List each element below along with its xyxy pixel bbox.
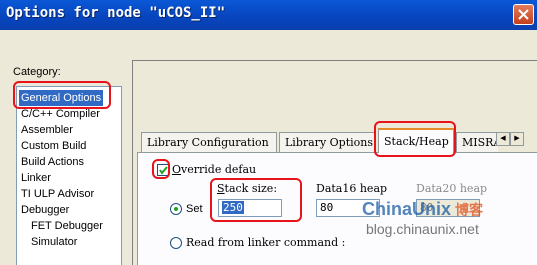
category-item-ti-ulp-advisor[interactable]: TI ULP Advisor bbox=[19, 186, 96, 202]
annotation-stack-heap-tab bbox=[374, 121, 456, 157]
read-linker-radio[interactable] bbox=[170, 237, 182, 249]
close-button[interactable] bbox=[513, 4, 534, 25]
category-item-simulator[interactable]: Simulator bbox=[29, 234, 79, 250]
data20-heap-label: Data20 heap bbox=[416, 182, 488, 195]
tab-library-configuration[interactable]: Library Configuration bbox=[141, 132, 277, 152]
watermark-logo: ChinaUnix 博客 bbox=[362, 199, 484, 219]
category-item-linker[interactable]: Linker bbox=[19, 170, 53, 186]
tab-library-options[interactable]: Library Options bbox=[279, 132, 375, 152]
category-item-assembler[interactable]: Assembler bbox=[19, 122, 75, 138]
window-title: Options for node "uCOS_II" bbox=[6, 5, 226, 21]
tab-misra[interactable]: MISRA- bbox=[456, 132, 498, 152]
read-linker-label: Read from linker command : bbox=[186, 236, 346, 249]
close-icon bbox=[518, 9, 529, 20]
annotation-stack-size bbox=[210, 178, 302, 222]
title-bar: Options for node "uCOS_II" bbox=[0, 0, 537, 30]
annotation-override-checkbox bbox=[152, 159, 170, 179]
category-list: General Options C/C++ Compiler Assembler… bbox=[16, 86, 122, 265]
data16-heap-label: Data16 heap bbox=[316, 182, 388, 195]
category-label: Category: bbox=[13, 66, 61, 78]
annotation-general-options bbox=[13, 81, 111, 109]
override-label: Override defau bbox=[172, 163, 257, 176]
watermark-url: blog.chinaunix.net bbox=[366, 221, 479, 237]
category-item-custom-build[interactable]: Custom Build bbox=[19, 138, 88, 154]
set-label: Set bbox=[186, 203, 203, 215]
category-item-debugger[interactable]: Debugger bbox=[19, 202, 71, 218]
set-radio[interactable] bbox=[170, 203, 182, 215]
tab-scroll-right-button[interactable]: ▶ bbox=[510, 132, 524, 146]
tab-scroll-arrows: ◀ ▶ bbox=[496, 132, 526, 146]
tab-scroll-left-button[interactable]: ◀ bbox=[496, 132, 510, 146]
category-item-fet-debugger[interactable]: FET Debugger bbox=[29, 218, 105, 234]
category-item-build-actions[interactable]: Build Actions bbox=[19, 154, 86, 170]
radio-dot-icon bbox=[174, 207, 178, 211]
